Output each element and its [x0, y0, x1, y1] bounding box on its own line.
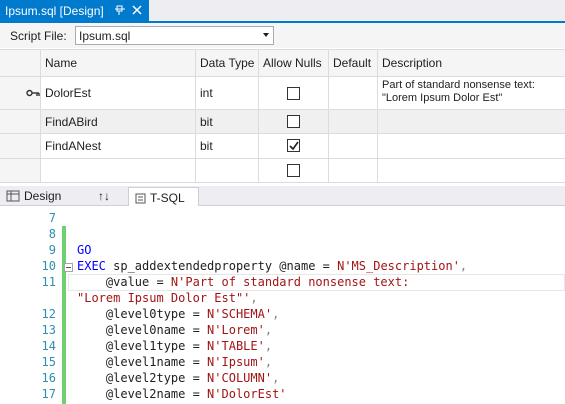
row-selector-header — [0, 50, 41, 77]
swap-arrows-icon: ↑↓ — [98, 189, 110, 203]
script-file-bar: Script File: Ipsum.sql — [0, 23, 565, 48]
cell-allow-nulls — [259, 77, 329, 110]
cell-default[interactable] — [329, 77, 378, 110]
code-line-15: @level1name = N'Ipsum', — [77, 355, 273, 369]
cell-name[interactable] — [41, 159, 196, 183]
tab-design[interactable]: Design — [6, 186, 61, 206]
line-number: 16 — [41, 371, 56, 385]
line-number: 15 — [41, 355, 56, 369]
collapse-outline-icon[interactable] — [64, 263, 73, 272]
allow-nulls-checkbox[interactable] — [287, 164, 300, 177]
code-line-14: @level1type = N'TABLE', — [77, 339, 273, 353]
document-tab[interactable]: Ipsum.sql [Design] — [0, 0, 149, 21]
table-row[interactable]: FindABird bit — [0, 110, 565, 134]
line-number: 11 — [41, 275, 56, 289]
row-selector[interactable] — [0, 159, 41, 183]
close-icon[interactable] — [131, 4, 143, 16]
column-header-description[interactable]: Description — [378, 50, 565, 77]
code-line-13: @level0name = N'Lorem', — [77, 323, 273, 337]
cell-description[interactable]: Part of standard nonsense text: "Lorem I… — [378, 77, 565, 110]
line-number: 17 — [41, 387, 56, 401]
swap-panes-button[interactable]: ↑↓ — [98, 186, 110, 206]
tab-tsql[interactable]: T-SQL — [128, 187, 199, 207]
line-number: 8 — [48, 227, 56, 241]
design-grid-icon — [6, 190, 20, 202]
row-selector[interactable] — [0, 110, 41, 134]
table-row[interactable]: FindANest bit — [0, 134, 565, 159]
column-header-name[interactable]: Name — [41, 50, 196, 77]
code-line-11: @value = N'Part of standard nonsense tex… — [77, 275, 410, 289]
cell-data-type[interactable]: int — [196, 77, 259, 110]
cell-name[interactable]: FindABird — [41, 110, 196, 134]
code-line-11-wrap: "Lorem Ipsum Dolor Est"', — [77, 291, 258, 305]
code-line-16: @level2type = N'COLUMN', — [77, 371, 280, 385]
cell-name[interactable]: FindANest — [41, 134, 196, 159]
pin-icon[interactable] — [114, 4, 126, 16]
column-header-default[interactable]: Default — [329, 50, 378, 77]
script-file-label: Script File: — [10, 29, 67, 43]
change-tracking-bar — [62, 226, 66, 404]
cell-allow-nulls — [259, 110, 329, 134]
table-designer-grid: Name Data Type Allow Nulls Default Descr… — [0, 49, 565, 183]
code-line-17: @level2name = N'DolorEst' — [77, 387, 287, 401]
allow-nulls-checkbox-checked[interactable] — [287, 139, 300, 152]
cell-default[interactable] — [329, 110, 378, 134]
line-number: 12 — [41, 307, 56, 321]
code-line-12: @level0type = N'SCHEMA', — [77, 307, 280, 321]
document-tab-strip: Ipsum.sql [Design] — [0, 0, 565, 23]
primary-key-icon — [26, 89, 40, 97]
line-number: 13 — [41, 323, 56, 337]
table-row[interactable] — [0, 159, 565, 183]
column-header-allow-nulls[interactable]: Allow Nulls — [259, 50, 329, 77]
grid-header-row: Name Data Type Allow Nulls Default Descr… — [0, 50, 565, 77]
line-number: 7 — [48, 211, 56, 225]
line-number: 10 — [41, 259, 56, 273]
table-row[interactable]: DolorEst int Part of standard nonsense t… — [0, 77, 565, 110]
allow-nulls-checkbox[interactable] — [287, 87, 300, 100]
row-selector[interactable] — [0, 77, 41, 110]
document-tab-title: Ipsum.sql [Design] — [5, 3, 104, 18]
cell-default[interactable] — [329, 159, 378, 183]
code-line-9: GO — [77, 243, 92, 257]
cell-description[interactable] — [378, 159, 565, 183]
tsql-code-editor[interactable]: 7 8 9 10 11 12 13 14 15 16 17 18 GO EXEC… — [0, 206, 565, 404]
script-file-value: Ipsum.sql — [79, 29, 131, 43]
cell-allow-nulls — [259, 134, 329, 159]
cell-description[interactable] — [378, 110, 565, 134]
line-number: 14 — [41, 339, 56, 353]
column-header-data-type[interactable]: Data Type — [196, 50, 259, 77]
pane-tab-strip: Design ↑↓ T-SQL — [0, 186, 565, 207]
script-icon — [135, 193, 146, 203]
tab-tsql-label: T-SQL — [150, 190, 185, 205]
cell-data-type[interactable]: bit — [196, 134, 259, 159]
cell-default[interactable] — [329, 134, 378, 159]
chevron-down-icon — [263, 33, 269, 37]
cell-name[interactable]: DolorEst — [41, 77, 196, 110]
script-file-dropdown[interactable]: Ipsum.sql — [75, 26, 274, 45]
cell-description[interactable] — [378, 134, 565, 159]
code-line-10: EXEC sp_addextendedproperty @name = N'MS… — [77, 259, 468, 273]
allow-nulls-checkbox[interactable] — [287, 115, 300, 128]
checkmark-icon — [289, 141, 299, 151]
tab-design-label: Design — [24, 189, 62, 203]
cell-data-type[interactable] — [196, 159, 259, 183]
cell-allow-nulls — [259, 159, 329, 183]
line-number: 9 — [48, 243, 56, 257]
row-selector[interactable] — [0, 134, 41, 159]
cell-data-type[interactable]: bit — [196, 110, 259, 134]
